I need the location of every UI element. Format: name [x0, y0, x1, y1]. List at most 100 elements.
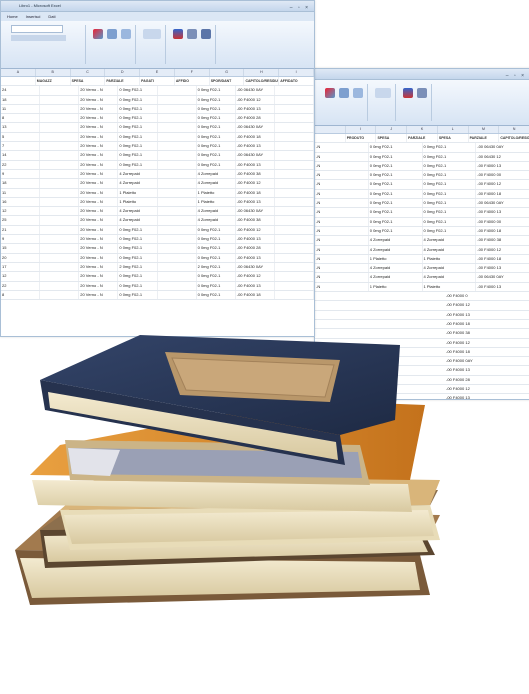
table-cell[interactable]: -N [315, 208, 369, 217]
table-cell[interactable] [40, 142, 80, 151]
table-cell[interactable]: -N [315, 282, 369, 292]
table-cell[interactable]: 0 0mg F02-1 [423, 226, 477, 236]
table-cell[interactable] [158, 160, 197, 169]
table-cell[interactable]: 0 0mg F02-1 [197, 104, 236, 114]
table-cell[interactable]: -00 F4000 00 [476, 218, 529, 226]
table-cell[interactable] [158, 262, 197, 272]
table-cell[interactable]: 0 0mg F02-1 [197, 253, 236, 262]
table-cell[interactable]: -00 F4000 38 [476, 236, 529, 244]
table-cell[interactable]: 0 0mg F02-1 [369, 226, 423, 236]
table-cell[interactable]: 0 0mg F02-1 [197, 95, 236, 104]
table-cell[interactable]: 0 0mg F02-1 [118, 272, 158, 281]
header-cell[interactable]: SPOR/DANT [210, 77, 245, 86]
table-cell[interactable]: 0 0mg F02-1 [369, 180, 423, 189]
table-cell[interactable]: -00 F4000 12 [236, 95, 275, 104]
table-cell[interactable]: 25 [1, 216, 41, 225]
table-cell[interactable]: 22 [1, 160, 41, 169]
table-cell[interactable]: 0 0mg F02-1 [423, 217, 477, 226]
table-cell[interactable]: 4 Zorrepaid [118, 169, 158, 179]
table-cell[interactable] [158, 179, 197, 188]
sum-icon[interactable] [173, 29, 183, 39]
table-cell[interactable]: -00 F4000 12 [476, 246, 529, 254]
table-cell[interactable]: -00 F4000 13 [236, 197, 275, 207]
table-cell[interactable] [275, 253, 314, 262]
table-cell[interactable] [275, 225, 314, 235]
table-cell[interactable] [40, 114, 80, 123]
table-cell[interactable]: 5 [1, 132, 41, 142]
table-cell[interactable] [158, 272, 197, 281]
table-cell[interactable]: 0 0mg F02-1 [369, 189, 423, 199]
table-cell[interactable]: 0 0mg F02-1 [197, 132, 236, 142]
table-cell[interactable]: 20 Verno - N [79, 244, 119, 253]
table-cell[interactable] [275, 95, 314, 104]
window-controls[interactable]: – ▫ × [506, 71, 526, 81]
table-cell[interactable]: -00 F4000 38 [236, 169, 275, 179]
table-cell[interactable]: 4 Zorrepaid [197, 207, 236, 216]
table-cell[interactable]: -N [315, 226, 369, 236]
table-cell[interactable]: 15 [1, 244, 41, 253]
table-cell[interactable] [158, 207, 197, 216]
header-cell[interactable]: PAGATI [140, 77, 175, 86]
table-cell[interactable]: -00 F4000 13 [476, 162, 529, 170]
table-cell[interactable]: -N [315, 171, 369, 180]
table-cell[interactable]: 0 0mg F02-1 [423, 171, 477, 180]
table-cell[interactable]: 4 Zorrepaid [197, 169, 236, 179]
table-cell[interactable] [40, 160, 80, 169]
table-cell[interactable] [40, 123, 80, 132]
table-cell[interactable]: 20 Verno - N [79, 262, 119, 272]
table-cell[interactable]: 0 0mg F02-1 [197, 114, 236, 123]
table-cell[interactable]: -00 06430 0AY [236, 86, 275, 95]
table-cell[interactable]: 1 Plaietto [197, 188, 236, 197]
find-icon[interactable] [417, 88, 427, 98]
table-cell[interactable] [158, 188, 197, 197]
table-cell[interactable] [40, 235, 80, 244]
table-cell[interactable] [158, 281, 197, 290]
table-cell[interactable]: 0 0mg F02-1 [118, 123, 158, 132]
table-cell[interactable]: 7 [1, 142, 41, 151]
table-cell[interactable] [275, 151, 314, 160]
table-cell[interactable]: 14 [1, 151, 41, 160]
table-cell[interactable]: -00 06430 0AY [236, 123, 275, 132]
table-cell[interactable]: -00 F4000 13 [476, 264, 529, 272]
table-cell[interactable]: 20 Verno - N [79, 132, 119, 142]
table-cell[interactable]: 24 [1, 86, 41, 95]
table-cell[interactable]: -00 F4000 13 [476, 208, 529, 216]
table-cell[interactable] [275, 188, 314, 197]
table-cell[interactable]: 20 Verno - N [79, 114, 119, 123]
table-cell[interactable]: 20 Verno - N [79, 123, 119, 132]
conditional-format-icon[interactable] [93, 29, 103, 39]
find-icon[interactable] [201, 29, 211, 39]
table-cell[interactable]: -N [315, 180, 369, 189]
table-cell[interactable]: 0 0mg F02-1 [423, 189, 477, 199]
table-cell[interactable]: 20 Verno - N [79, 160, 119, 169]
table-cell[interactable] [275, 132, 314, 142]
table-cell[interactable]: -00 F4000 12 [236, 179, 275, 188]
sort-icon[interactable] [403, 88, 413, 98]
table-cell[interactable]: 0 0mg F02-1 [197, 86, 236, 95]
table-cell[interactable] [40, 169, 80, 179]
cell-styles-icon[interactable] [353, 88, 363, 98]
table-cell[interactable]: 22 [1, 281, 41, 290]
table-cell[interactable]: 0 0mg F02-1 [118, 151, 158, 160]
table-cell[interactable]: 4 Zorrepaid [118, 207, 158, 216]
header-cell[interactable]: SPESA [71, 77, 106, 86]
table-cell[interactable]: 0 0mg F02-1 [423, 161, 477, 171]
table-cell[interactable]: 8 [1, 114, 41, 123]
conditional-format-icon[interactable] [325, 88, 335, 98]
table-cell[interactable] [275, 235, 314, 244]
table-cell[interactable]: 0 0mg F02-1 [118, 86, 158, 95]
table-cell[interactable]: -00 F4000 12 [476, 180, 529, 188]
header-cell[interactable]: PARZIALE [105, 77, 141, 86]
table-cell[interactable] [275, 169, 314, 179]
number-format-buttons[interactable] [11, 35, 66, 41]
table-cell[interactable]: 20 Verno - N [79, 216, 119, 225]
table-cell[interactable]: -00 06430 0AY [236, 151, 275, 160]
table-cell[interactable] [40, 104, 80, 114]
table-cell[interactable] [275, 262, 314, 272]
table-cell[interactable] [275, 290, 314, 300]
table-cell[interactable]: 0 0mg F02-1 [197, 123, 236, 132]
table-cell[interactable]: -00 F4000 13 [476, 283, 529, 291]
table-cell[interactable] [158, 95, 197, 104]
table-cell[interactable]: 9 [1, 169, 41, 179]
header-cell[interactable]: SPESA [438, 134, 469, 143]
